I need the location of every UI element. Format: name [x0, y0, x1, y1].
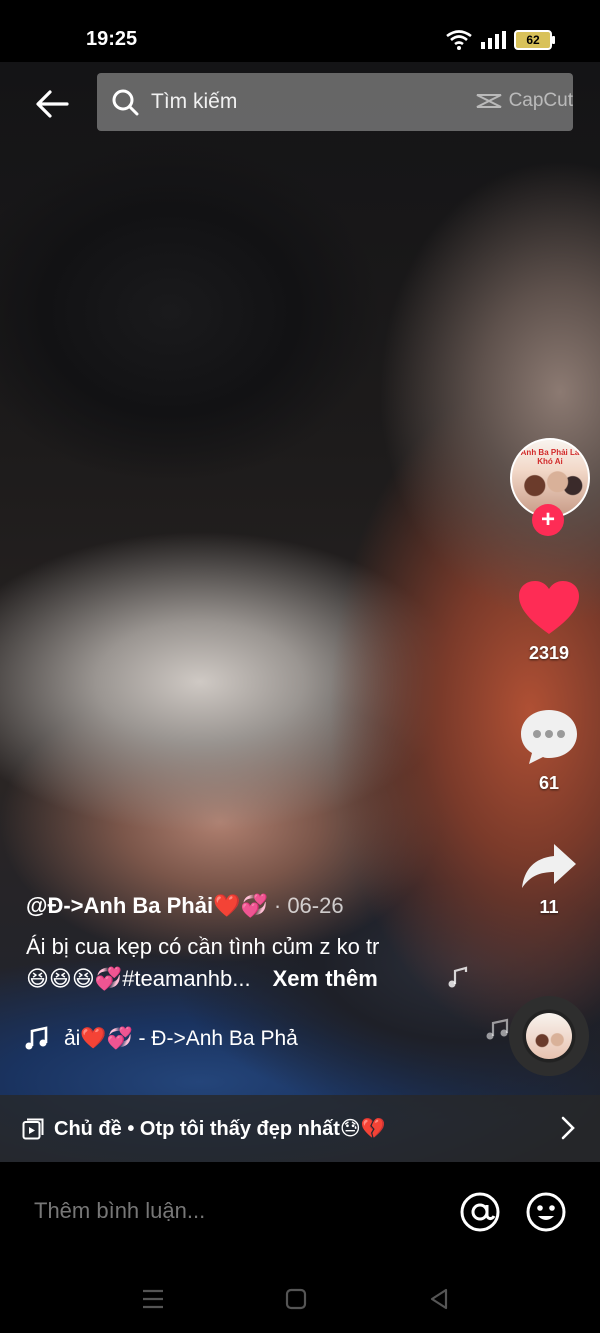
search-icon	[112, 89, 139, 116]
at-icon[interactable]	[458, 1190, 502, 1234]
topic-label: Chủ đề • Otp tôi thấy đẹp nhất😓💔	[54, 1118, 386, 1140]
music-note-icon	[25, 1026, 48, 1050]
comment-input[interactable]: Thêm bình luận...	[34, 1198, 205, 1224]
capcut-watermark: CapCut	[475, 90, 573, 112]
share-button[interactable]: 11	[510, 842, 588, 918]
capcut-logo-icon	[476, 94, 502, 108]
playlist-icon	[22, 1118, 44, 1139]
signal-icon	[481, 31, 506, 49]
comment-count: 61	[538, 773, 560, 793]
caption-line-1: Ái bị cua kẹp có cần tình củm z ko tr	[26, 934, 380, 959]
chat-bubble-icon	[521, 710, 577, 764]
author-line: @Đ->Anh Ba Phải❤️💞 · 06-26	[26, 893, 496, 919]
status-icons: 62	[446, 30, 555, 50]
back-triangle-icon[interactable]	[424, 1284, 454, 1314]
avatar-text: Anh Ba Phải Là Khó Ai	[520, 448, 580, 466]
comment-button[interactable]: 61	[510, 708, 588, 794]
topic-bar[interactable]: Chủ đề • Otp tôi thấy đẹp nhất😓💔	[0, 1095, 600, 1162]
search-placeholder: Tìm kiếm	[151, 90, 238, 113]
music-disc-cover	[526, 1013, 572, 1059]
music-title: ải❤️💞 - Đ->Anh Ba Phả	[64, 1027, 298, 1050]
heart-icon	[519, 581, 579, 634]
comment-bar: Thêm bình luận...	[0, 1162, 600, 1262]
share-count: 11	[539, 897, 559, 917]
home-icon[interactable]	[281, 1284, 311, 1314]
back-button[interactable]	[30, 84, 74, 124]
like-count: 2319	[528, 643, 570, 663]
menu-icon[interactable]	[138, 1284, 168, 1314]
capcut-brand: CapCut	[508, 90, 573, 111]
system-nav-bar	[0, 1262, 600, 1333]
author-name[interactable]: @Đ->Anh Ba Phải❤️💞	[26, 893, 268, 919]
music-info[interactable]: ải❤️💞 - Đ->Anh Ba Phả	[24, 1026, 298, 1052]
music-note-float-icon	[486, 1018, 509, 1040]
arrow-left-icon	[36, 90, 69, 118]
battery-icon: 62	[514, 30, 555, 50]
chevron-right-icon	[561, 1116, 575, 1140]
see-more-link[interactable]: Xem thêm	[273, 966, 378, 991]
music-disc[interactable]	[509, 996, 589, 1076]
battery-level: 62	[526, 33, 540, 47]
search-input[interactable]: Tìm kiếm CapCut	[97, 73, 573, 131]
smiley-icon[interactable]	[524, 1190, 568, 1234]
caption-text: Ái bị cua kẹp có cần tình củm z ko tr 😆😆…	[26, 931, 496, 995]
post-caption: @Đ->Anh Ba Phải❤️💞 · 06-26 Ái bị cua kẹp…	[26, 893, 496, 995]
follow-button[interactable]: +	[532, 504, 564, 536]
post-date: · 06-26	[273, 893, 344, 918]
like-button[interactable]: 2319	[510, 580, 588, 664]
status-time: 19:25	[86, 28, 138, 50]
share-arrow-icon	[522, 844, 576, 888]
music-note-decor-icon	[448, 966, 468, 988]
caption-line-2[interactable]: 😆😆😆💞#teamanhb...	[26, 966, 251, 991]
wifi-icon	[446, 30, 472, 50]
status-bar: 19:25 62	[0, 0, 600, 62]
